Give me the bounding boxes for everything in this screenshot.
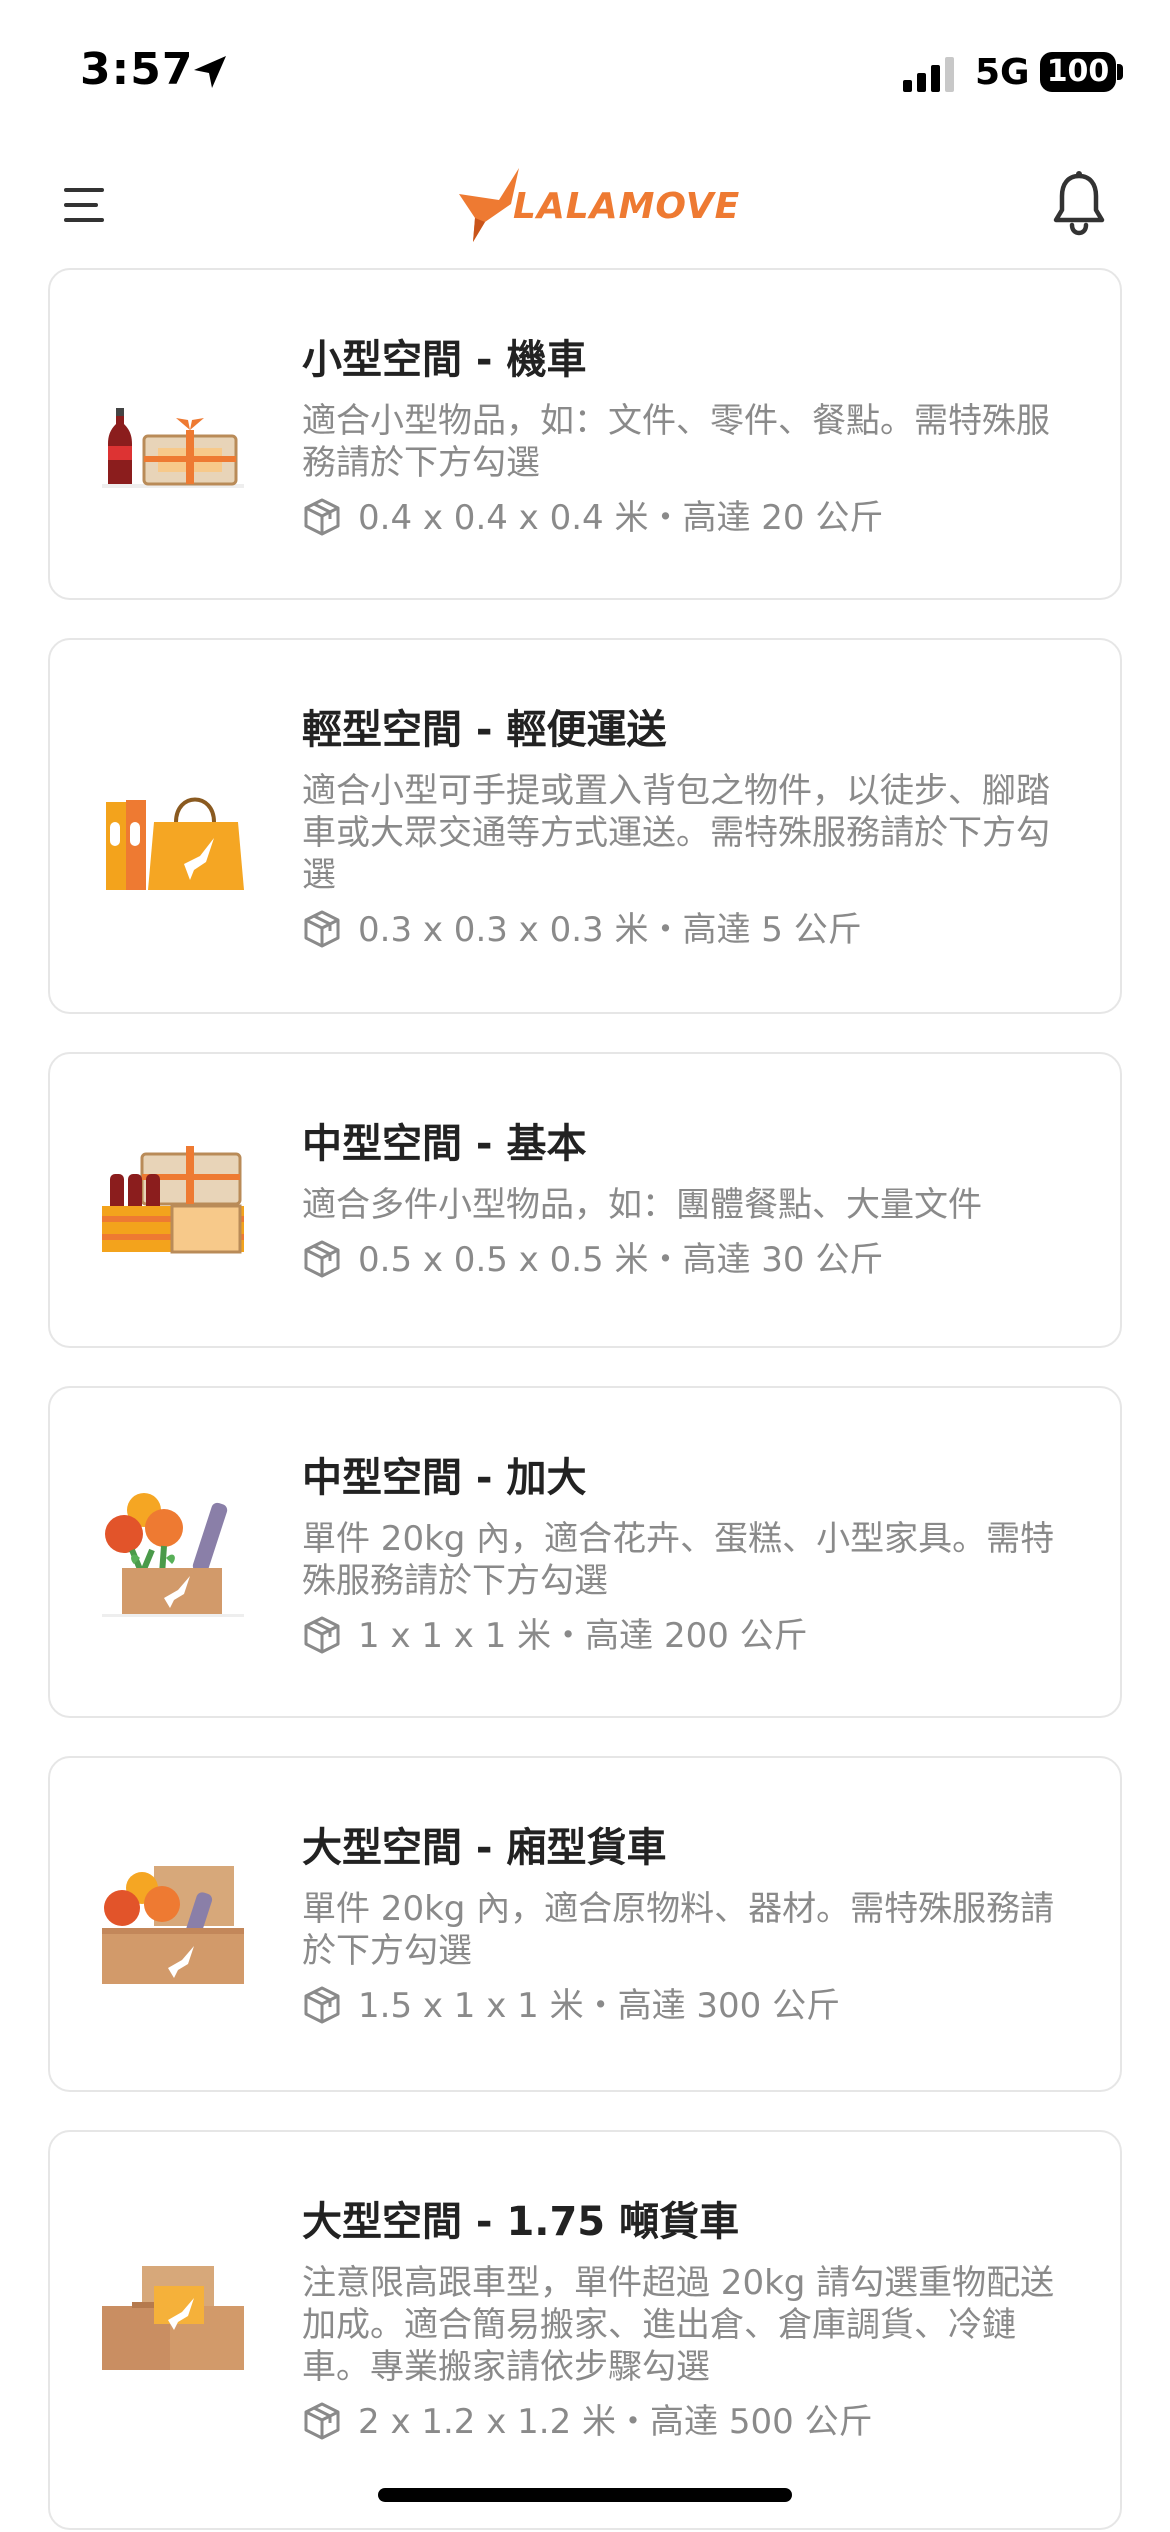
service-spec-text: 0.3 x 0.3 x 0.3 米・高達 5 公斤 [358, 910, 862, 950]
service-title: 中型空間 - 基本 [302, 1121, 587, 1167]
service-title: 中型空間 - 加大 [302, 1455, 587, 1501]
lalamove-logo: LALAMOVE [455, 164, 739, 244]
hamburger-menu-icon[interactable] [60, 180, 110, 230]
truck-icon [102, 2266, 244, 2370]
notification-bell-icon[interactable] [1050, 170, 1108, 236]
box-icon [304, 498, 340, 536]
battery-tip [1117, 64, 1123, 80]
service-description: 適合小型可手提或置入背包之物件，以徒步、腳踏車或大眾交通等方式運送。需特殊服務請… [302, 771, 1050, 895]
logo-text: LALAMOVE [513, 186, 741, 227]
motorcycle-goods-icon [102, 408, 244, 488]
battery-level: 100 [1046, 54, 1110, 89]
medium-large-icon [102, 1493, 244, 1617]
battery-icon: 100 [1040, 52, 1116, 92]
box-icon [304, 1240, 340, 1278]
service-spec: 1 x 1 x 1 米・高達 200 公斤 [302, 1614, 1080, 1658]
service-title: 小型空間 - 機車 [302, 337, 587, 383]
service-description: 適合多件小型物品，如：團體餐點、大量文件 [302, 1185, 982, 1225]
service-spec: 0.4 x 0.4 x 0.4 米・高達 20 公斤 [302, 496, 1080, 540]
service-spec: 1.5 x 1 x 1 米・高達 300 公斤 [302, 1984, 1080, 2028]
home-indicator[interactable] [378, 2488, 792, 2502]
van-icon [102, 1866, 244, 1984]
service-title: 輕型空間 - 輕便運送 [302, 707, 667, 753]
network-type: 5G [975, 52, 1030, 93]
location-arrow-icon [194, 56, 226, 88]
service-description: 單件 20kg 內，適合花卉、蛋糕、小型家具。需特殊服務請於下方勾選 [302, 1519, 1055, 1601]
service-spec-text: 0.4 x 0.4 x 0.4 米・高達 20 公斤 [358, 498, 884, 538]
light-delivery-icon [106, 797, 244, 890]
service-spec-text: 1.5 x 1 x 1 米・高達 300 公斤 [358, 1986, 841, 2026]
service-spec-text: 0.5 x 0.5 x 0.5 米・高達 30 公斤 [358, 1240, 884, 1280]
service-title: 大型空間 - 廂型貨車 [302, 1825, 667, 1871]
service-card-truck[interactable]: 大型空間 - 1.75 噸貨車 注意限高跟車型，單件超過 20kg 請勾選重物配… [48, 2130, 1122, 2530]
box-icon [304, 1986, 340, 2024]
signal-icon [903, 57, 954, 92]
service-title: 大型空間 - 1.75 噸貨車 [302, 2199, 740, 2245]
service-description: 適合小型物品，如：文件、零件、餐點。需特殊服務請於下方勾選 [302, 401, 1050, 483]
service-card-motorcycle[interactable]: 小型空間 - 機車 適合小型物品，如：文件、零件、餐點。需特殊服務請於下方勾選 … [48, 268, 1122, 600]
service-card-medium-large[interactable]: 中型空間 - 加大 單件 20kg 內，適合花卉、蛋糕、小型家具。需特殊服務請於… [48, 1386, 1122, 1718]
service-card-van[interactable]: 大型空間 - 廂型貨車 單件 20kg 內，適合原物料、器材。需特殊服務請於下方… [48, 1756, 1122, 2092]
app-header: LALAMOVE [0, 150, 1170, 260]
service-card-light-delivery[interactable]: 輕型空間 - 輕便運送 適合小型可手提或置入背包之物件，以徒步、腳踏車或大眾交通… [48, 638, 1122, 1014]
status-time: 3:57 [80, 44, 194, 95]
service-spec: 0.3 x 0.3 x 0.3 米・高達 5 公斤 [302, 908, 1080, 952]
service-description: 單件 20kg 內，適合原物料、器材。需特殊服務請於下方勾選 [302, 1889, 1055, 1971]
box-icon [304, 2402, 340, 2440]
service-description: 注意限高跟車型，單件超過 20kg 請勾選重物配送加成。適合簡易搬家、進出倉、倉… [302, 2263, 1055, 2387]
service-card-medium-basic[interactable]: 中型空間 - 基本 適合多件小型物品，如：團體餐點、大量文件 0.5 x 0.5… [48, 1052, 1122, 1348]
service-spec-text: 1 x 1 x 1 米・高達 200 公斤 [358, 1616, 808, 1656]
box-icon [304, 910, 340, 948]
status-bar: 3:57 5G 100 [0, 0, 1170, 140]
service-spec: 2 x 1.2 x 1.2 米・高達 500 公斤 [302, 2400, 1080, 2444]
service-spec-text: 2 x 1.2 x 1.2 米・高達 500 公斤 [358, 2402, 873, 2442]
service-spec: 0.5 x 0.5 x 0.5 米・高達 30 公斤 [302, 1238, 1080, 1282]
box-icon [304, 1616, 340, 1654]
medium-basic-icon [102, 1146, 244, 1254]
